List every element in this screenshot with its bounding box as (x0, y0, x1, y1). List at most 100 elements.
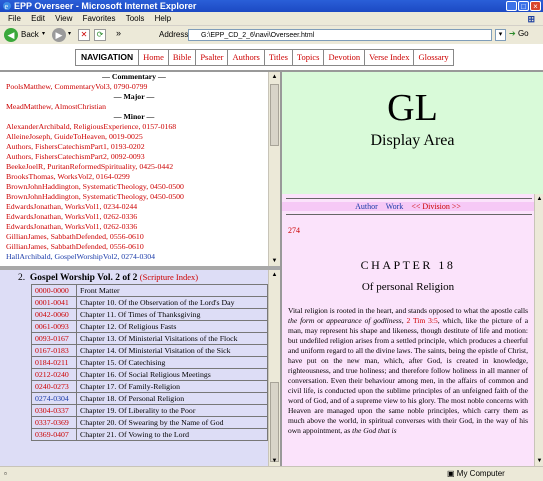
table-row: 0274-0304 Chapter 18. Of Personal Religio… (31, 392, 268, 405)
minor-link[interactable]: BrooksThomas, WorksVol2, 0164-0299 (0, 172, 268, 182)
table-row: 0001-0041 Chapter 10. Of the Observation … (31, 296, 268, 309)
nav-devotion-link[interactable]: Devotion (324, 50, 366, 65)
page-icon: ▫ (4, 469, 7, 478)
address-input[interactable]: G:\EPP_CD_2_6\navi\Overseer.html (188, 29, 492, 41)
scroll-up-icon[interactable]: ▲ (269, 72, 280, 82)
minimize-button[interactable]: _ (506, 1, 517, 11)
range-link-visited[interactable]: 0274-0304 (31, 392, 77, 405)
svg-text:e: e (5, 2, 9, 11)
address-dropdown-icon[interactable]: ▾ (495, 29, 506, 41)
minor-link[interactable]: GillianJames, SabbathDefended, 0556-0610 (0, 242, 268, 252)
book-title: Gospel Worship Vol. 2 of 2 (29, 273, 138, 283)
range-link[interactable]: 0167-0183 (31, 344, 77, 357)
nav-verse-index-link[interactable]: Verse Index (365, 50, 415, 65)
scroll-down-icon[interactable]: ▼ (269, 456, 280, 466)
menu-favorites[interactable]: Favorites (83, 14, 116, 23)
nav-titles-link[interactable]: Titles (265, 50, 293, 65)
menu-tools[interactable]: Tools (126, 14, 145, 23)
divider-line (286, 198, 532, 199)
range-link[interactable]: 0337-0369 (31, 416, 77, 429)
computer-icon: ▣ (447, 469, 455, 478)
menu-file[interactable]: File (8, 14, 21, 23)
book-heading: 2. Gospel Worship Vol. 2 of 2 (Scripture… (18, 272, 198, 283)
scrollbar-thumb[interactable] (270, 382, 279, 462)
range-link[interactable]: 0304-0337 (31, 404, 77, 417)
scroll-down-icon[interactable]: ▼ (535, 456, 543, 466)
author-link[interactable]: Author (355, 202, 378, 211)
go-arrow-icon: ➔ (509, 29, 516, 38)
chapter-text: Vital religion is rooted in the heart, a… (288, 306, 529, 435)
range-link[interactable]: 0240-0273 (31, 380, 77, 393)
security-zone: ▣ My Computer (447, 469, 505, 478)
refresh-icon[interactable]: ⟳ (94, 29, 106, 41)
chapter-title: Chapter 14. Of Ministerial Visitation of… (76, 344, 268, 357)
stop-icon[interactable]: ✕ (78, 29, 90, 41)
division-link[interactable]: << Division >> (411, 202, 461, 211)
nav-topics-link[interactable]: Topics (293, 50, 325, 65)
status-bar: ▫ ▣ My Computer (0, 466, 543, 481)
chapter-title: Chapter 19. Of Liberality to the Poor (76, 404, 268, 417)
nav-glossary-link[interactable]: Glossary (414, 50, 452, 65)
contents-pane-scrollbar[interactable]: ▲ ▼ (268, 270, 280, 466)
table-row: 0000-0000 Front Matter (31, 284, 268, 297)
minor-link[interactable]: Authors, FishersCatechismPart1, 0193-020… (0, 142, 268, 152)
maximize-button[interactable]: □ (518, 1, 529, 11)
scroll-up-icon[interactable]: ▲ (269, 270, 280, 280)
display-code: GL (387, 87, 438, 129)
range-link[interactable]: 0369-0407 (31, 428, 77, 441)
menu-edit[interactable]: Edit (31, 14, 45, 23)
minor-link-visited[interactable]: HallArchibald, GospelWorshipVol2, 0274-0… (0, 252, 268, 262)
forward-dropdown-icon[interactable]: ▾ (68, 30, 71, 37)
minor-link[interactable]: GillianJames, SabbathDefended, 0556-0610 (0, 232, 268, 242)
back-label[interactable]: Back (21, 30, 39, 39)
go-button[interactable]: ➔ Go (509, 29, 529, 38)
nav-home-link[interactable]: Home (139, 50, 169, 65)
range-link[interactable]: 0184-0211 (31, 356, 77, 369)
chapter-title: Front Matter (76, 284, 268, 297)
minor-link[interactable]: BrownJohnHaddington, SystematicTheology,… (0, 192, 268, 202)
range-link[interactable]: 0001-0041 (31, 296, 77, 309)
minor-link[interactable]: EdwardsJonathan, WorksVol1, 0262-0336 (0, 212, 268, 222)
back-arrow-icon[interactable]: ◀ (4, 28, 18, 42)
commentary-link[interactable]: PoolsMatthew, CommentaryVol3, 0790-0799 (0, 82, 268, 92)
chapter-title: Chapter 16. Of Social Religious Meetings (76, 368, 268, 381)
navigation-frame: NAVIGATION Home Bible Psalter Authors Ti… (0, 44, 543, 72)
nav-authors-link[interactable]: Authors (228, 50, 265, 65)
forward-arrow-icon[interactable]: ▶ (52, 28, 66, 42)
topic-pane-scrollbar[interactable]: ▲ ▼ (268, 72, 280, 266)
reading-nav: Author Work << Division >> (282, 202, 534, 211)
minor-link[interactable]: Authors, FishersCatechismPart2, 0092-009… (0, 152, 268, 162)
work-link[interactable]: Work (386, 202, 404, 211)
major-link[interactable]: MeadMatthew, AlmostChristian (0, 102, 268, 112)
menu-help[interactable]: Help (155, 14, 171, 23)
minor-link[interactable]: EdwardsJonathan, WorksVol1, 0234-0244 (0, 202, 268, 212)
toolbar-chevron-icon[interactable]: » (116, 28, 121, 38)
nav-psalter-link[interactable]: Psalter (196, 50, 229, 65)
back-dropdown-icon[interactable]: ▾ (42, 30, 45, 37)
menu-view[interactable]: View (55, 14, 72, 23)
topic-references-pane: — Commentary — PoolsMatthew, CommentaryV… (0, 72, 268, 266)
nav-title: NAVIGATION (76, 50, 140, 65)
scripture-reference-link[interactable]: 2 Tim 3:5 (406, 316, 437, 325)
scripture-index-link[interactable]: (Scripture Index) (140, 272, 198, 282)
minor-link[interactable]: AlexanderArchibald, ReligiousExperience,… (0, 122, 268, 132)
minor-link[interactable]: BeekeJoelR, PuritanReformedSpirituality,… (0, 162, 268, 172)
reading-pane-scrollbar[interactable]: ▲ ▼ (534, 194, 543, 466)
scroll-up-icon[interactable]: ▲ (535, 194, 543, 204)
table-row: 0184-0211 Chapter 15. Of Catechising (31, 356, 268, 369)
minor-link[interactable]: EdwardsJonathan, WorksVol1, 0262-0336 (0, 222, 268, 232)
book-contents-pane: 2. Gospel Worship Vol. 2 of 2 (Scripture… (0, 270, 268, 466)
scrollbar-thumb[interactable] (270, 84, 279, 146)
range-link[interactable]: 0212-0240 (31, 368, 77, 381)
nav-bible-link[interactable]: Bible (169, 50, 197, 65)
windows-flag-icon: ⊞ (527, 14, 535, 24)
minor-link[interactable]: BrownJohnHaddington, SystematicTheology,… (0, 182, 268, 192)
close-button[interactable]: × (530, 1, 541, 11)
table-row: 0337-0369 Chapter 20. Of Swearing by the … (31, 416, 268, 429)
range-link[interactable]: 0093-0167 (31, 332, 77, 345)
scroll-down-icon[interactable]: ▼ (269, 256, 280, 266)
range-link[interactable]: 0061-0093 (31, 320, 77, 333)
range-link[interactable]: 0000-0000 (31, 284, 77, 297)
range-link[interactable]: 0042-0060 (31, 308, 77, 321)
minor-link[interactable]: AlleineJoseph, GuideToHeaven, 0019-0025 (0, 132, 268, 142)
